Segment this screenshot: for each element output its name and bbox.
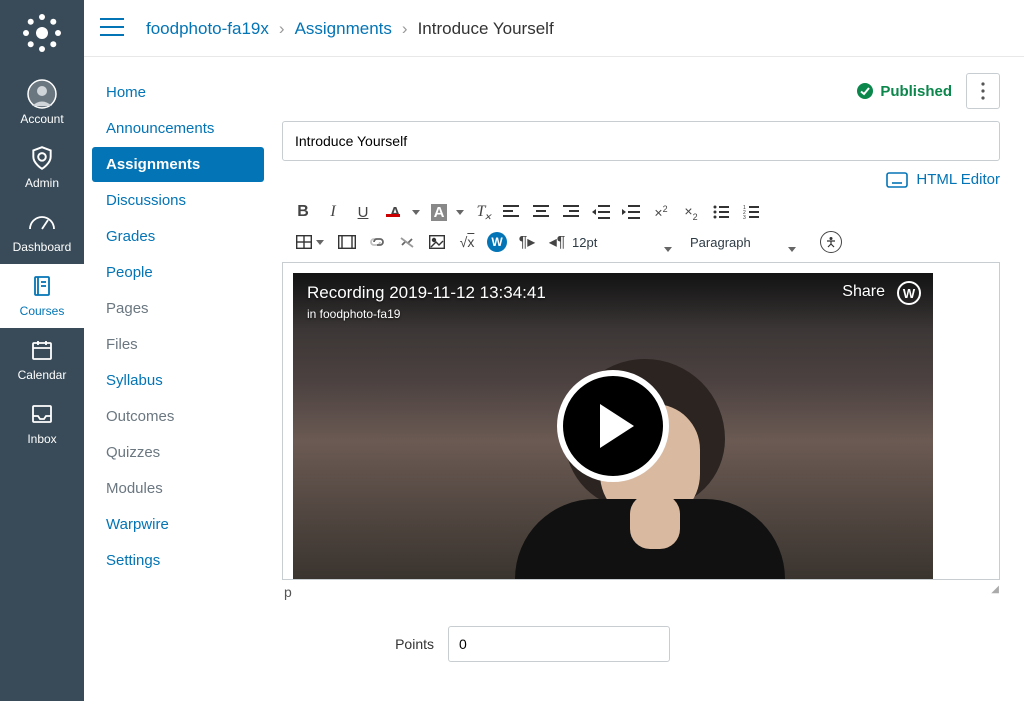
nav-courses[interactable]: Courses <box>0 264 84 328</box>
nav-inbox[interactable]: Inbox <box>0 392 84 456</box>
shield-icon <box>29 144 55 172</box>
warpwire-badge-icon[interactable]: W <box>897 281 921 305</box>
course-nav-home[interactable]: Home <box>92 75 264 110</box>
bullet-list-button[interactable] <box>706 198 736 226</box>
editor-status-path: p <box>284 584 292 600</box>
italic-button[interactable]: I <box>318 198 348 226</box>
equation-button[interactable]: √x <box>452 228 482 256</box>
assignment-title-input[interactable] <box>282 121 1000 161</box>
warpwire-button[interactable]: W <box>482 228 512 256</box>
course-nav-discussions[interactable]: Discussions <box>92 183 264 218</box>
embedded-video: Recording 2019-11-12 13:34:41 in foodpho… <box>293 273 933 579</box>
breadcrumb: foodphoto-fa19x › Assignments › Introduc… <box>146 19 554 39</box>
nav-calendar-label: Calendar <box>18 368 67 382</box>
person-icon <box>825 236 837 248</box>
clear-formatting-button[interactable]: T✕ <box>466 198 496 226</box>
course-nav-files[interactable]: Files <box>92 327 264 362</box>
svg-text:3: 3 <box>743 215 746 219</box>
subscript-button[interactable]: ×2 <box>676 198 706 226</box>
nav-dashboard[interactable]: Dashboard <box>0 200 84 264</box>
course-nav-settings[interactable]: Settings <box>92 543 264 578</box>
superscript-button[interactable]: ×2 <box>646 198 676 226</box>
text-color-button[interactable]: A <box>378 198 422 226</box>
image-button[interactable] <box>422 228 452 256</box>
video-play-button[interactable] <box>557 370 669 482</box>
course-nav-warpwire[interactable]: Warpwire <box>92 507 264 542</box>
indent-button[interactable] <box>616 198 646 226</box>
align-right-button[interactable] <box>556 198 586 226</box>
html-editor-link[interactable]: HTML Editor <box>886 171 1000 188</box>
underline-button[interactable]: U <box>348 198 378 226</box>
course-nav-modules[interactable]: Modules <box>92 471 264 506</box>
ltr-button[interactable]: ¶▸ <box>512 228 542 256</box>
crumb-page: Introduce Yourself <box>418 19 554 39</box>
course-nav-assignments[interactable]: Assignments <box>92 147 264 182</box>
nav-admin-label: Admin <box>25 176 59 190</box>
published-status: Published <box>856 82 952 100</box>
rtl-button[interactable]: ◂¶ <box>542 228 572 256</box>
user-avatar-icon <box>27 80 57 108</box>
crumb-section[interactable]: Assignments <box>295 19 392 39</box>
accessibility-checker-button[interactable] <box>820 231 842 253</box>
nav-calendar[interactable]: Calendar <box>0 328 84 392</box>
chevron-right-icon: › <box>402 19 408 39</box>
nav-account-label: Account <box>20 112 63 126</box>
align-center-button[interactable] <box>526 198 556 226</box>
font-size-select[interactable]: 12pt <box>572 235 676 250</box>
align-left-button[interactable] <box>496 198 526 226</box>
editor-resize-handle[interactable]: ◢ <box>991 584 998 600</box>
nav-account[interactable]: Account <box>0 72 84 136</box>
speedometer-icon <box>28 208 56 236</box>
video-title: Recording 2019-11-12 13:34:41 <box>307 283 546 303</box>
bold-button[interactable]: B <box>288 198 318 226</box>
published-label: Published <box>880 83 952 100</box>
course-nav-outcomes[interactable]: Outcomes <box>92 399 264 434</box>
nav-dashboard-label: Dashboard <box>13 240 72 254</box>
check-circle-icon <box>856 82 874 100</box>
course-nav-pages[interactable]: Pages <box>92 291 264 326</box>
table-button[interactable] <box>288 228 332 256</box>
crumb-course[interactable]: foodphoto-fa19x <box>146 19 269 39</box>
bg-color-button[interactable]: A <box>422 198 466 226</box>
rce-toolbar-row1: B I U A A T✕ ×2 ×2 <box>282 194 1000 228</box>
kebab-icon <box>981 82 985 100</box>
chevron-right-icon: › <box>279 19 285 39</box>
video-subtitle: in foodphoto-fa19 <box>307 307 400 321</box>
outdent-button[interactable] <box>586 198 616 226</box>
book-icon <box>30 272 54 300</box>
rce-toolbar-row2: √x W ¶▸ ◂¶ 12pt Paragraph <box>282 228 1000 262</box>
rce-editor-body[interactable]: Recording 2019-11-12 13:34:41 in foodpho… <box>282 262 1000 580</box>
more-options-button[interactable] <box>966 73 1000 109</box>
nav-courses-label: Courses <box>20 304 65 318</box>
course-nav-syllabus[interactable]: Syllabus <box>92 363 264 398</box>
global-nav: Account Admin Dashboard Courses Calendar <box>0 0 84 701</box>
unlink-button[interactable] <box>392 228 422 256</box>
link-button[interactable] <box>362 228 392 256</box>
calendar-icon <box>30 336 54 364</box>
html-editor-label: HTML Editor <box>916 171 1000 188</box>
paragraph-select[interactable]: Paragraph <box>690 235 800 250</box>
course-nav-grades[interactable]: Grades <box>92 219 264 254</box>
hamburger-button[interactable] <box>100 18 128 40</box>
course-nav: Home Announcements Assignments Discussio… <box>84 57 264 701</box>
nav-inbox-label: Inbox <box>27 432 56 446</box>
keyboard-icon <box>886 172 908 188</box>
points-label: Points <box>282 636 448 652</box>
canvas-logo <box>21 12 63 54</box>
points-input[interactable] <box>448 626 670 662</box>
course-nav-quizzes[interactable]: Quizzes <box>92 435 264 470</box>
numbered-list-button[interactable]: 123 <box>736 198 766 226</box>
media-button[interactable] <box>332 228 362 256</box>
course-nav-people[interactable]: People <box>92 255 264 290</box>
topbar: foodphoto-fa19x › Assignments › Introduc… <box>84 0 1024 57</box>
nav-admin[interactable]: Admin <box>0 136 84 200</box>
video-share-button[interactable]: Share <box>842 283 885 301</box>
course-nav-announcements[interactable]: Announcements <box>92 111 264 146</box>
inbox-icon <box>30 400 54 428</box>
